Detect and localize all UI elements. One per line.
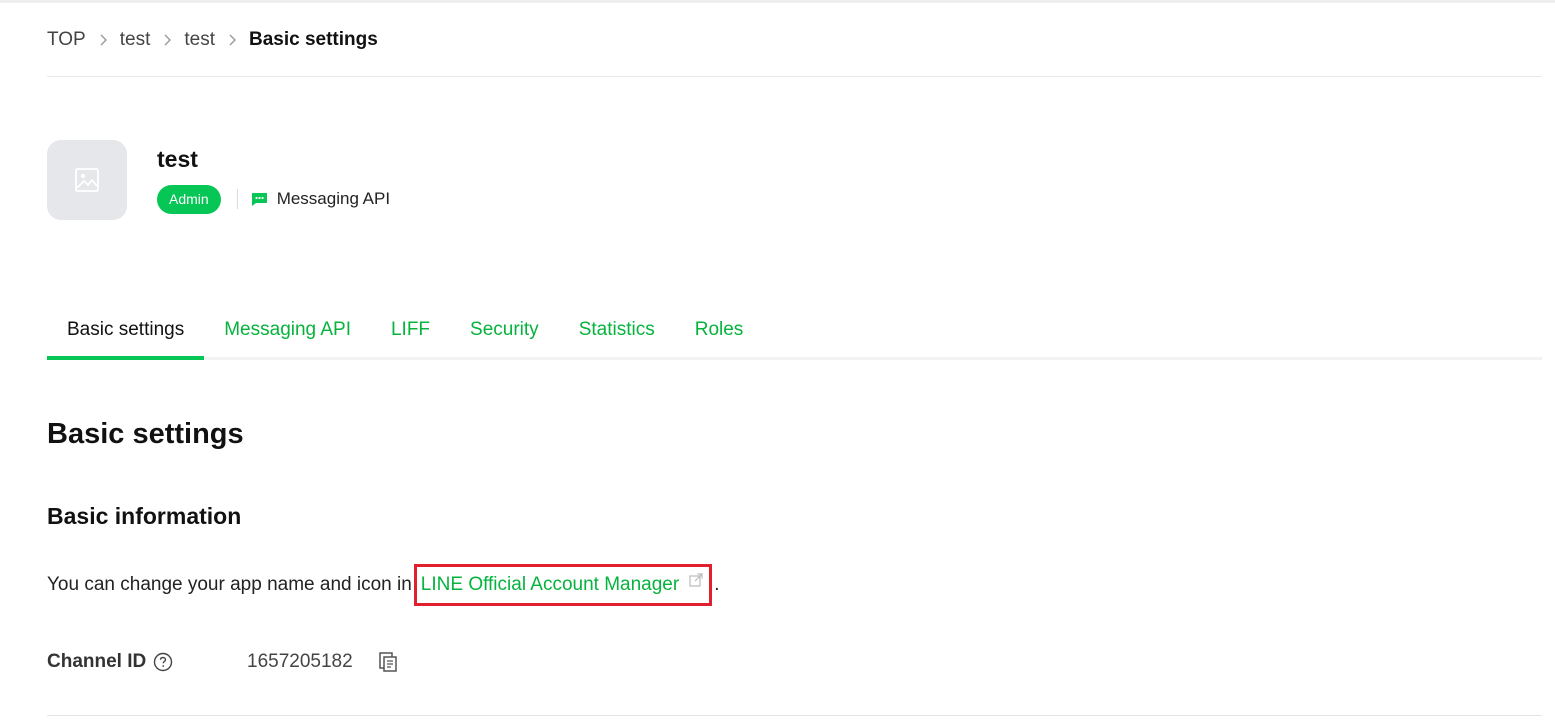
- chevron-right-icon: [215, 26, 249, 54]
- breadcrumb-divider: [47, 76, 1542, 77]
- image-icon: [75, 168, 99, 192]
- breadcrumb-item-provider[interactable]: test: [120, 29, 151, 51]
- channel-meta: Admin Messaging API: [157, 184, 390, 214]
- channel-id-label: Channel ID: [47, 651, 147, 672]
- channel-avatar: [47, 140, 127, 220]
- tab-basic-settings[interactable]: Basic settings: [47, 314, 205, 360]
- channel-id-value: 1657205182: [247, 651, 353, 672]
- tab-bar: Basic settings Messaging API LIFF Securi…: [47, 314, 1542, 360]
- tab-statistics[interactable]: Statistics: [559, 314, 675, 360]
- chat-bubble-icon: [251, 192, 268, 207]
- page-title: Basic settings: [47, 418, 244, 450]
- external-link-icon: [689, 573, 703, 587]
- question-circle-icon[interactable]: [153, 652, 173, 672]
- breadcrumb-item-current: Basic settings: [248, 29, 378, 50]
- channel-id-row: Channel ID 1657205182: [47, 648, 397, 676]
- breadcrumb-item-top[interactable]: TOP: [47, 29, 86, 51]
- channel-name: test: [157, 146, 198, 172]
- breadcrumb-item-channel[interactable]: test: [184, 29, 215, 51]
- info-text: You can change your app name and icon in…: [47, 564, 719, 606]
- breadcrumb: TOP test test Basic settings: [47, 26, 378, 54]
- section-title: Basic information: [47, 503, 242, 529]
- info-text-suffix: .: [714, 574, 720, 595]
- channel-type-label: Messaging API: [276, 189, 391, 208]
- tab-security[interactable]: Security: [450, 314, 559, 360]
- chevron-right-icon: [86, 26, 120, 54]
- top-border: [0, 0, 1555, 3]
- section-divider: [47, 715, 1542, 716]
- tab-roles[interactable]: Roles: [675, 314, 764, 360]
- info-text-prefix: You can change your app name and icon in: [47, 574, 412, 595]
- tab-liff[interactable]: LIFF: [371, 314, 450, 360]
- role-badge: Admin: [157, 184, 221, 214]
- copy-icon[interactable]: [378, 651, 398, 673]
- meta-divider: [236, 189, 238, 209]
- tab-messaging-api[interactable]: Messaging API: [204, 314, 371, 360]
- oam-link[interactable]: LINE Official Account Manager: [421, 571, 679, 599]
- chevron-right-icon: [150, 26, 184, 54]
- highlight-box: LINE Official Account Manager: [413, 564, 713, 606]
